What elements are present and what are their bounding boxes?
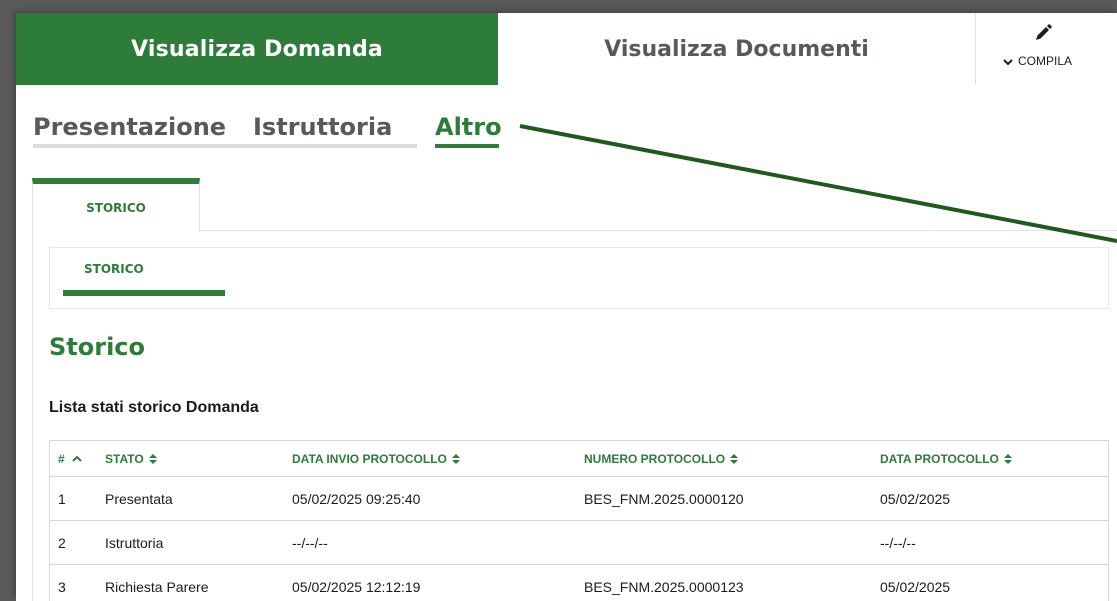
cell-data-protocollo: --/--/-- xyxy=(880,534,916,551)
cell-data-protocollo: 05/02/2025 xyxy=(880,490,951,507)
tab-strip-border xyxy=(200,230,1117,231)
col-header-data-invio-label: DATA INVIO PROTOCOLLO xyxy=(292,451,447,466)
subtab-presentazione[interactable]: Presentazione xyxy=(33,113,226,141)
col-header-data-protocollo[interactable]: DATA PROTOCOLLO xyxy=(880,441,1013,476)
inner-tab-storico[interactable]: STORICO xyxy=(84,262,144,276)
compila-button[interactable]: COMPILA xyxy=(975,13,1117,85)
cell-num: 2 xyxy=(58,534,66,551)
cell-numero: BES_FNM.2025.0000120 xyxy=(584,490,744,507)
col-header-stato[interactable]: STATO xyxy=(105,441,158,476)
col-header-numero[interactable]: NUMERO PROTOCOLLO xyxy=(584,441,739,476)
chevron-down-icon xyxy=(1003,59,1013,66)
col-header-data-protocollo-label: DATA PROTOCOLLO xyxy=(880,451,999,466)
col-header-data-invio[interactable]: DATA INVIO PROTOCOLLO xyxy=(292,441,461,476)
subtab-underline-inactive xyxy=(33,144,417,148)
tab-visualizza-domanda[interactable]: Visualizza Domanda xyxy=(16,13,498,85)
table-title: Lista stati storico Domanda xyxy=(49,399,259,416)
cell-stato: Presentata xyxy=(105,490,173,507)
subtab-underline-active xyxy=(435,144,499,148)
sort-icon xyxy=(148,453,157,464)
top-header: Visualizza Domanda Visualizza Documenti … xyxy=(16,13,1117,85)
tab-storico[interactable]: STORICO xyxy=(32,178,200,231)
app-window: Visualizza Domanda Visualizza Documenti … xyxy=(16,13,1117,601)
cell-num: 1 xyxy=(58,490,66,507)
table-row: 2 Istruttoria --/--/-- --/--/-- xyxy=(50,521,1108,565)
section-title: Storico xyxy=(49,333,146,361)
subtab-istruttoria[interactable]: Istruttoria xyxy=(253,113,392,141)
sort-icon xyxy=(730,453,739,464)
table-row: 3 Richiesta Parere 05/02/2025 12:12:19 B… xyxy=(50,565,1108,601)
subtab-altro[interactable]: Altro xyxy=(435,113,502,141)
storico-table: # STATO DATA INVIO PROTOCOLLO NUMERO PRO… xyxy=(49,440,1109,601)
cell-numero: BES_FNM.2025.0000123 xyxy=(584,578,744,595)
table-header-row: # STATO DATA INVIO PROTOCOLLO NUMERO PRO… xyxy=(50,441,1108,477)
col-header-stato-label: STATO xyxy=(105,451,144,466)
cell-stato: Istruttoria xyxy=(105,534,164,551)
cell-stato: Richiesta Parere xyxy=(105,578,209,595)
cell-data-protocollo: 05/02/2025 xyxy=(880,578,951,595)
cell-data-invio: 05/02/2025 12:12:19 xyxy=(292,578,421,595)
cell-data-invio: --/--/-- xyxy=(292,534,328,551)
sort-icon xyxy=(1003,453,1012,464)
col-header-numero-label: NUMERO PROTOCOLLO xyxy=(584,451,726,466)
sort-ascending-icon xyxy=(71,455,82,462)
inner-tab-strip: STORICO xyxy=(49,247,1109,309)
sort-icon xyxy=(451,453,460,464)
compila-label: COMPILA xyxy=(1018,54,1073,68)
inner-tab-underline xyxy=(63,290,225,296)
cell-num: 3 xyxy=(58,578,66,595)
pencil-icon xyxy=(1036,24,1052,40)
col-header-num[interactable]: # xyxy=(58,441,83,476)
table-row: 1 Presentata 05/02/2025 09:25:40 BES_FNM… xyxy=(50,477,1108,521)
tab-visualizza-documenti[interactable]: Visualizza Documenti xyxy=(498,13,975,85)
cell-data-invio: 05/02/2025 09:25:40 xyxy=(292,490,421,507)
col-header-num-label: # xyxy=(58,451,65,466)
